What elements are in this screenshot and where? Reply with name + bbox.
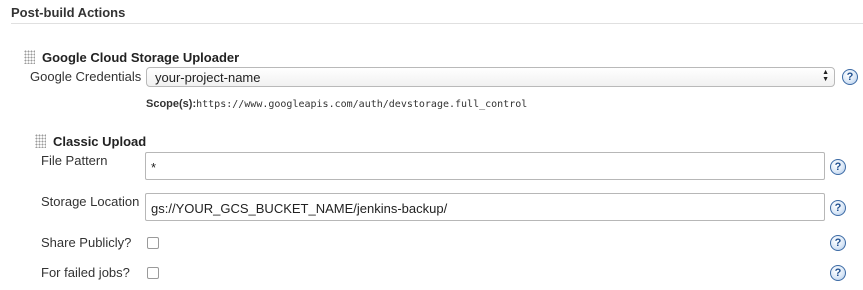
scope-text: Scope(s):https://www.googleapis.com/auth… <box>146 98 527 110</box>
file-pattern-input[interactable]: * <box>145 152 825 180</box>
file-pattern-label: File Pattern <box>41 153 108 168</box>
gcs-uploader-title: Google Cloud Storage Uploader <box>42 50 240 65</box>
storage-location-label: Storage Location <box>41 194 140 209</box>
failed-jobs-checkbox[interactable] <box>147 267 159 279</box>
help-icon[interactable]: ? <box>830 200 846 216</box>
drag-handle-icon[interactable] <box>24 50 35 64</box>
help-icon[interactable]: ? <box>830 265 846 281</box>
section-divider <box>11 23 863 24</box>
failed-jobs-label: For failed jobs? <box>41 265 130 280</box>
help-icon[interactable]: ? <box>842 69 858 85</box>
classic-upload-title: Classic Upload <box>53 134 147 149</box>
updown-arrows-icon: ▲ ▼ <box>822 69 829 83</box>
storage-location-input[interactable]: gs://YOUR_GCS_BUCKET_NAME/jenkins-backup… <box>145 193 825 221</box>
help-icon[interactable]: ? <box>830 159 846 175</box>
drag-handle-icon[interactable] <box>35 134 46 148</box>
share-publicly-label: Share Publicly? <box>41 235 132 250</box>
google-credentials-label: Google Credentials <box>30 69 142 84</box>
section-title: Post-build Actions <box>11 5 126 20</box>
help-icon[interactable]: ? <box>830 235 846 251</box>
google-credentials-value: your-project-name <box>155 70 261 85</box>
scope-value: https://www.googleapis.com/auth/devstora… <box>196 99 528 110</box>
scope-label: Scope(s): <box>146 98 197 110</box>
share-publicly-checkbox[interactable] <box>147 237 159 249</box>
google-credentials-select[interactable]: your-project-name ▲ ▼ <box>146 67 835 87</box>
